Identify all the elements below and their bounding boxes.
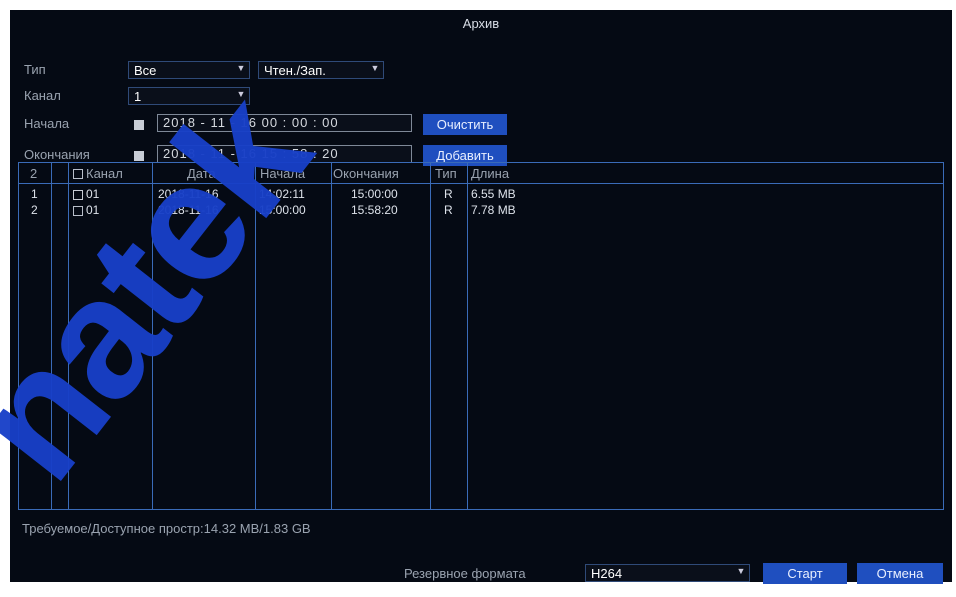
channel-select-value: 1: [134, 89, 142, 104]
select-all-checkbox[interactable]: [73, 169, 83, 179]
col-divider: [430, 163, 431, 509]
space-info: Требуемое/Доступное простр:14.32 MB/1.83…: [22, 521, 311, 536]
header-type[interactable]: Тип: [435, 166, 457, 181]
start-label: Начала: [24, 116, 70, 131]
row-checkbox[interactable]: [73, 190, 83, 200]
row-type: R: [444, 187, 453, 201]
row-number: 1: [31, 187, 38, 201]
format-label: Резервное формата: [404, 566, 526, 581]
row-type: R: [444, 203, 453, 217]
mode-select-value: Чтен./Зап.: [264, 63, 326, 78]
type-label: Тип: [24, 62, 46, 77]
row-length: 6.55 MB: [471, 187, 516, 201]
row-number: 2: [31, 203, 38, 217]
col-divider: [331, 163, 332, 509]
row-length: 7.78 MB: [471, 203, 516, 217]
chevron-down-icon: ▼: [736, 566, 746, 576]
mode-select[interactable]: Чтен./Зап. ▼: [258, 61, 384, 79]
chevron-down-icon: ▼: [236, 63, 246, 73]
header-count: 2: [30, 166, 38, 181]
format-select-value: H264: [591, 566, 623, 581]
end-label: Окончания: [24, 147, 90, 162]
header-length[interactable]: Длина: [471, 166, 509, 181]
chevron-down-icon: ▼: [370, 63, 380, 73]
cancel-button[interactable]: Отмена: [857, 563, 943, 584]
type-select-value: Все: [134, 63, 157, 78]
col-divider: [467, 163, 468, 509]
dialog-title: Архив: [462, 16, 500, 31]
clear-button[interactable]: Очистить: [423, 114, 507, 135]
channel-label: Канал: [24, 88, 61, 103]
row-end: 15:00:00: [351, 187, 398, 201]
format-select[interactable]: H264 ▼: [585, 564, 750, 582]
start-button[interactable]: Старт: [763, 563, 847, 584]
row-end: 15:58:20: [351, 203, 398, 217]
